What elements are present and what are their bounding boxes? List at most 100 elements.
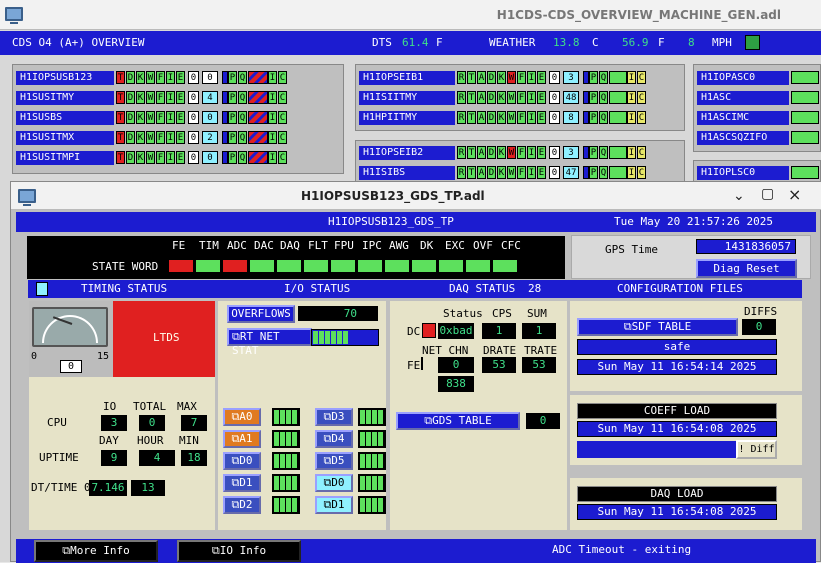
state-cell: F xyxy=(517,71,526,84)
state-cell: T xyxy=(467,166,476,179)
ic-cell: C xyxy=(637,146,646,159)
adc-dac-button[interactable]: ⧉D5 xyxy=(315,452,353,470)
section-header-bar: TIMING STATUS I/O STATUS DAQ STATUS 28 C… xyxy=(28,280,802,298)
status-header: Status xyxy=(443,307,483,320)
model-name[interactable]: H1IOPSEIB1 xyxy=(359,71,455,85)
status-indicator xyxy=(745,35,760,50)
pq-cell: Q xyxy=(238,71,247,84)
model-name[interactable]: H1ISIBS xyxy=(359,166,455,180)
adc-dac-button[interactable]: ⧉D3 xyxy=(315,408,353,426)
io-status-bars xyxy=(358,430,386,448)
state-cell xyxy=(791,71,819,84)
state-cell: F xyxy=(517,91,526,104)
adc-dac-button[interactable]: ⧉D1 xyxy=(223,474,261,492)
button-label: A0 xyxy=(239,410,253,423)
model-name[interactable]: H1ASCSQZIFO xyxy=(697,131,789,145)
sdf-date: Sun May 11 16:54:14 2025 xyxy=(577,359,777,375)
alarm-cell xyxy=(248,151,268,164)
state-label: TIM xyxy=(199,239,219,252)
maximize-icon[interactable]: ▢ xyxy=(761,186,774,202)
daq-status-label: DAQ STATUS xyxy=(449,282,516,295)
close-icon[interactable]: × xyxy=(788,185,801,204)
state-cell: W xyxy=(146,71,155,84)
dts-label: DTS xyxy=(372,36,392,49)
model-name[interactable]: H1IOPASC0 xyxy=(697,71,789,85)
pq-cell: Q xyxy=(599,166,608,179)
weather-label: WEATHER xyxy=(489,36,536,49)
ic-cell: I xyxy=(627,91,636,104)
overflows-value: 70 xyxy=(298,306,378,321)
more-info-label: More Info xyxy=(70,544,130,557)
overflows-button[interactable]: OVERFLOWS xyxy=(227,305,295,323)
coeff-load-button[interactable]: COEFF LOAD xyxy=(577,403,777,419)
button-label: D0 xyxy=(239,454,253,467)
state-label: FE xyxy=(172,239,186,252)
related-display-icon: ⧉ xyxy=(232,330,240,343)
adc-dac-button[interactable]: ⧉D2 xyxy=(223,496,261,514)
status-cell xyxy=(609,71,627,84)
more-info-button[interactable]: ⧉More Info xyxy=(34,540,158,562)
weather-c-value: 13.8 xyxy=(553,36,580,49)
daq-load-button[interactable]: DAQ LOAD xyxy=(577,486,777,502)
adc-dac-button[interactable]: ⧉D0 xyxy=(315,474,353,492)
model-name[interactable]: H1IOPSUSB123 xyxy=(16,71,114,85)
ic-cell: C xyxy=(278,71,287,84)
ltds-indicator: LTDS xyxy=(113,301,215,377)
adc-dac-button[interactable]: ⧉D4 xyxy=(315,430,353,448)
dc-label: DC xyxy=(407,325,421,338)
model-name[interactable]: H1ASCIMC xyxy=(697,111,789,125)
model-name[interactable]: H1HPIITMY xyxy=(359,111,455,125)
adc-timeout-message: ADC Timeout - exiting xyxy=(552,543,692,556)
ic-cell: I xyxy=(268,131,277,144)
related-display-icon: ⧉ xyxy=(424,414,433,427)
state-cell: W xyxy=(146,131,155,144)
state-cell: I xyxy=(166,91,175,104)
gauge-icon xyxy=(32,307,108,347)
minimize-icon[interactable]: ⌄ xyxy=(733,188,745,204)
model-name[interactable]: H1SUSITMX xyxy=(16,131,114,145)
state-cell: T xyxy=(116,151,125,164)
daq-panel: Status CPS SUM DC 0xbad 1 1 NET CHN DRAT… xyxy=(390,301,567,530)
gds-table-value: 0 xyxy=(526,413,560,429)
model-name[interactable]: H1ASC xyxy=(697,91,789,105)
button-label: D3 xyxy=(331,410,345,423)
adc-dac-button[interactable]: ⧉A0 xyxy=(223,408,261,426)
model-name[interactable]: H1IOPSEIB2 xyxy=(359,146,455,160)
model-name[interactable]: H1IOPLSC0 xyxy=(697,166,789,180)
pq-cell: P xyxy=(589,111,598,124)
state-cell: F xyxy=(156,71,165,84)
model-name[interactable]: H1SUSITMPI xyxy=(16,151,114,165)
zero-value: 0 xyxy=(188,91,199,104)
diag-reset-button[interactable]: Diag Reset xyxy=(696,259,797,278)
adc-dac-button[interactable]: ⧉D0 xyxy=(223,452,261,470)
status-cell xyxy=(609,111,627,124)
ic-cell: I xyxy=(627,111,636,124)
diff-button[interactable]: ! Diff xyxy=(736,440,777,459)
state-cell: T xyxy=(467,146,476,159)
io-header: IO xyxy=(103,400,117,413)
state-cell: I xyxy=(166,131,175,144)
ic-cell: I xyxy=(627,166,636,179)
cps-header: CPS xyxy=(492,307,512,320)
drate-value: 53 xyxy=(482,357,516,373)
extra-value: 838 xyxy=(438,376,474,392)
model-name[interactable]: H1SUSITMY xyxy=(16,91,114,105)
state-cell: R xyxy=(457,111,466,124)
model-name[interactable]: H1SUSBS xyxy=(16,111,114,125)
gds-table-button[interactable]: ⧉GDS TABLE xyxy=(396,412,520,430)
ic-cell: C xyxy=(637,166,646,179)
adc-dac-button[interactable]: ⧉D1 xyxy=(315,496,353,514)
sdf-table-button[interactable]: ⧉SDF TABLE xyxy=(577,318,738,336)
io-status-bars xyxy=(272,474,300,492)
io-status-bars xyxy=(358,408,386,426)
rt-net-stat-button[interactable]: ⧉RT NET STAT xyxy=(227,328,312,357)
state-cell: K xyxy=(136,131,145,144)
io-status-bars xyxy=(358,496,386,514)
adc-dac-button[interactable]: ⧉A1 xyxy=(223,430,261,448)
io-info-button[interactable]: ⧉IO Info xyxy=(177,540,301,562)
button-label: A1 xyxy=(239,432,253,445)
gps-label: GPS Time xyxy=(605,243,658,256)
model-name[interactable]: H1ISIITMY xyxy=(359,91,455,105)
state-cell: R xyxy=(457,91,466,104)
gds-table-label: GDS TABLE xyxy=(432,414,492,427)
